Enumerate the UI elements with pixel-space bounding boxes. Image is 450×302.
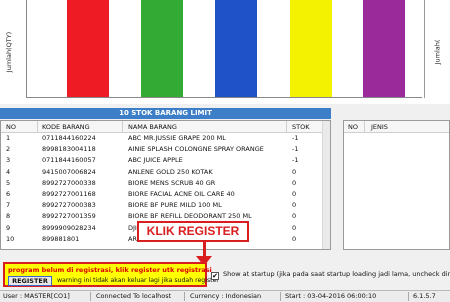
table-row[interactable]: 3 0711844160057 ABC JUICE APPLE -1 <box>1 155 330 165</box>
status-currency: Currency : Indonesian <box>190 292 262 300</box>
cell-no: 9 <box>6 223 11 232</box>
table-row[interactable]: 7 8992727000383 BIORE BF PURE MILD 100 ML 0 <box>1 200 330 210</box>
cell-no: 10 <box>6 234 15 243</box>
table-header: NO KODE BARANG NAMA BARANG STOK <box>1 121 330 133</box>
cell-stok: -1 <box>292 156 299 165</box>
status-user: User : MASTER[CO1] <box>3 292 70 300</box>
cell-stok: -1 <box>292 134 299 142</box>
col-stok[interactable]: STOK <box>292 123 309 131</box>
status-bar: User : MASTER[CO1] Connected To localhos… <box>0 290 450 302</box>
status-start: Start : 03-04-2016 06:00:10 <box>285 292 377 300</box>
table-row[interactable]: 1 0711844160224 ABC MR.JUSSIE GRAPE 200 ML… <box>1 133 330 143</box>
left-axis-label: Jumlah(QTY) <box>5 31 13 73</box>
cell-no: 2 <box>6 145 11 154</box>
col-jenis[interactable]: JENIS <box>371 123 388 131</box>
status-version: 6.1.5.7 <box>413 292 436 300</box>
registration-warning: program belum di registrasi, klik regist… <box>3 262 219 287</box>
cell-kode: 0711844160057 <box>42 156 96 165</box>
col-no[interactable]: NO <box>6 123 16 131</box>
chart-bar-red <box>67 0 109 97</box>
warning-note: warning ini tidak akan keluar lagi jika … <box>57 277 219 284</box>
cell-no: 8 <box>6 212 11 221</box>
cell-no: 5 <box>6 178 11 187</box>
register-button[interactable]: REGISTER <box>8 276 52 286</box>
chart-bar-purple <box>363 0 405 97</box>
chart-area: Jumlah(QTY) Jumlah( <box>0 0 450 104</box>
chart-bar-blue <box>215 0 257 97</box>
status-connection: Connected To localhost <box>96 292 172 300</box>
col-nama[interactable]: NAMA BARANG <box>128 123 177 131</box>
cell-no: 3 <box>6 156 11 165</box>
cell-nama: BIORE BF PURE MILD 100 ML <box>128 201 222 210</box>
right-chart-axis <box>424 0 425 98</box>
cell-stok: 0 <box>292 212 297 221</box>
jenis-table[interactable]: NO JENIS <box>343 120 450 250</box>
cell-stok: 0 <box>292 223 297 232</box>
cell-nama: ABC MR.JUSSIE GRAPE 200 ML <box>128 134 226 142</box>
right-axis-label: Jumlah( <box>433 39 442 65</box>
show-at-startup-label: Show at startup (jika pada saat startup … <box>223 270 450 278</box>
cell-no: 4 <box>6 167 11 176</box>
cell-stok: 0 <box>292 190 297 198</box>
cell-no: 7 <box>6 201 11 210</box>
warning-message: program belum di registrasi, klik regist… <box>8 266 212 274</box>
chart-bar-green <box>141 0 183 97</box>
cell-kode: 0711844160224 <box>42 134 96 142</box>
col-jenis-no[interactable]: NO <box>348 123 358 131</box>
col-kode[interactable]: KODE BARANG <box>42 123 90 131</box>
table-row[interactable]: 5 8992727000338 BIORE MENS SCRUB 40 GR 0 <box>1 178 330 188</box>
cell-kode: 8992727001168 <box>42 190 96 198</box>
cell-nama: ANLENE GOLD 250 KOTAK <box>128 167 213 176</box>
cell-nama: BIORE BF REFILL DEODORANT 250 ML <box>128 212 252 221</box>
check-icon: ✔ <box>212 272 218 280</box>
cell-nama: AINIE SPLASH COLONGNE SPRAY ORANGE <box>128 145 264 154</box>
table-row[interactable]: 4 9415007006824 ANLENE GOLD 250 KOTAK 0 <box>1 167 330 177</box>
table-scrollbar[interactable] <box>322 121 330 249</box>
klik-register-callout: KLIK REGISTER <box>137 221 249 242</box>
cell-kode: 8998183004118 <box>42 145 96 154</box>
cell-nama: BIORE MENS SCRUB 40 GR <box>128 178 216 187</box>
cell-stok: 0 <box>292 201 297 210</box>
cell-kode: 8999909028234 <box>42 223 96 232</box>
show-at-startup-checkbox[interactable]: ✔ <box>211 272 219 280</box>
table-row[interactable]: 8 8992727001359 BIORE BF REFILL DEODORANT … <box>1 211 330 221</box>
cell-no: 6 <box>6 190 11 198</box>
cell-no: 1 <box>6 134 11 142</box>
cell-stok: 0 <box>292 178 297 187</box>
cell-stok: 0 <box>292 167 297 176</box>
chart-bar-yellow <box>290 0 332 97</box>
cell-nama: ABC JUICE APPLE <box>128 156 183 165</box>
cell-nama: BIORE FACIAL ACNE OIL CARE 40 <box>128 190 235 198</box>
panel-title: 10 STOK BARANG LIMIT <box>0 108 331 119</box>
jenis-table-header: NO JENIS <box>344 121 449 133</box>
cell-nama: DJI <box>128 223 137 232</box>
bar-chart <box>26 0 422 98</box>
cell-kode: 8992727000338 <box>42 178 96 187</box>
cell-kode: 8992727000383 <box>42 201 96 210</box>
cell-kode: 8992727001359 <box>42 212 96 221</box>
cell-kode: 899881801 <box>42 234 80 243</box>
cell-stok: 0 <box>292 234 297 243</box>
cell-kode: 9415007006824 <box>42 167 96 176</box>
table-row[interactable]: 2 8998183004118 AINIE SPLASH COLONGNE SPRA… <box>1 144 330 154</box>
table-row[interactable]: 6 8992727001168 BIORE FACIAL ACNE OIL CARE… <box>1 189 330 199</box>
cell-stok: -1 <box>292 145 299 154</box>
